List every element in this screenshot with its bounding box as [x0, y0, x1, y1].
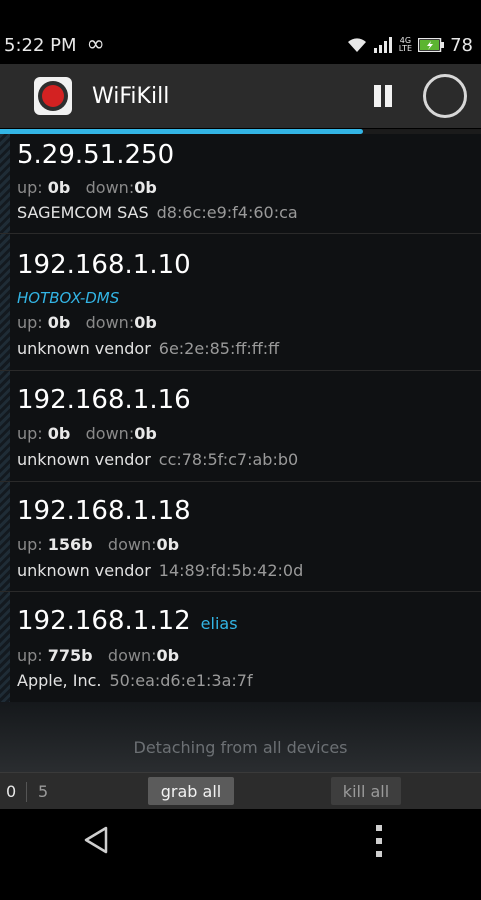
- down-label: down:: [85, 313, 135, 332]
- wifi-icon: [347, 37, 367, 53]
- menu-dot: [376, 838, 382, 844]
- device-ip: 192.168.1.12: [17, 606, 191, 636]
- device-ip: 192.168.1.16: [17, 385, 191, 415]
- up-label: up:: [17, 424, 43, 443]
- device-alias: elias: [200, 614, 238, 633]
- net-badge-bottom: LTE: [398, 44, 413, 53]
- device-mac: d8:6c:e9:f4:60:ca: [156, 203, 298, 222]
- device-count: 5: [38, 782, 49, 801]
- pause-icon: [374, 85, 381, 107]
- down-value: 0b: [156, 535, 180, 554]
- app-icon-dot: [42, 85, 64, 107]
- up-label: up:: [17, 313, 43, 332]
- up-value: 0b: [47, 313, 71, 332]
- app-title: WiFiKill: [92, 83, 170, 109]
- down-label: down:: [85, 178, 135, 197]
- detach-status-text: Detaching from all devices: [133, 738, 348, 757]
- status-time: 5:22 PM: [4, 34, 77, 56]
- app-icon-ring: [38, 81, 68, 111]
- action-bar: WiFiKill: [0, 64, 481, 128]
- killed-count: 0: [6, 782, 17, 801]
- up-value: 156b: [47, 535, 93, 554]
- device-row[interactable]: 192.168.1.10 HOTBOX-DMS up: 0b down:0b u…: [0, 234, 481, 371]
- pause-button[interactable]: [363, 76, 403, 116]
- app-icon[interactable]: [34, 77, 72, 115]
- device-mac: 50:ea:d6:e1:3a:7f: [109, 671, 253, 690]
- up-label: up:: [17, 646, 43, 665]
- device-vendor-line: unknown vendor cc:78:5f:c7:ab:b0: [17, 450, 298, 469]
- pause-icon-bar: [385, 85, 392, 107]
- device-vendor: unknown vendor: [17, 450, 151, 469]
- device-traffic: up: 0b down:0b: [17, 178, 157, 197]
- device-hostname: HOTBOX-DMS: [17, 289, 120, 307]
- device-vendor: Apple, Inc.: [17, 671, 102, 690]
- screen: 5:22 PM ∞ 4G LTE 78 WiFiKill 5.29.51.250…: [0, 0, 481, 900]
- bottom-bar: 0 5 grab all kill all: [0, 772, 481, 810]
- device-ip-line: 192.168.1.12 elias: [17, 606, 238, 636]
- device-ip: 192.168.1.18: [17, 496, 191, 526]
- infinity-icon: ∞: [86, 32, 105, 57]
- menu-dot: [376, 851, 382, 857]
- grab-all-button[interactable]: grab all: [148, 777, 234, 805]
- down-value: 0b: [134, 313, 157, 332]
- network-type-badge: 4G LTE: [399, 37, 412, 53]
- device-row[interactable]: 5.29.51.250 up: 0b down:0b SAGEMCOM SAS d…: [0, 134, 481, 234]
- down-value: 0b: [134, 178, 157, 197]
- battery-level: 78: [450, 34, 473, 56]
- device-mac: 14:89:fd:5b:42:0d: [158, 561, 304, 580]
- device-vendor-line: unknown vendor 6e:2e:85:ff:ff:ff: [17, 339, 279, 358]
- device-row[interactable]: 192.168.1.16 up: 0b down:0b unknown vend…: [0, 371, 481, 482]
- down-value: 0b: [156, 646, 180, 665]
- up-label: up:: [17, 535, 43, 554]
- device-traffic: up: 156b down:0b: [17, 535, 179, 554]
- device-vendor: unknown vendor: [17, 561, 151, 580]
- device-traffic: up: 775b down:0b: [17, 646, 179, 665]
- count-divider: [26, 782, 27, 802]
- status-right: 4G LTE 78: [347, 35, 481, 56]
- device-vendor-line: Apple, Inc. 50:ea:d6:e1:3a:7f: [17, 671, 253, 690]
- detach-status-panel: Detaching from all devices: [0, 702, 481, 772]
- device-ip: 5.29.51.250: [17, 140, 175, 170]
- device-row[interactable]: 192.168.1.12 elias up: 775b down:0b Apple…: [0, 592, 481, 702]
- back-icon[interactable]: [82, 825, 112, 855]
- device-vendor: SAGEMCOM SAS: [17, 203, 149, 222]
- device-mac: 6e:2e:85:ff:ff:ff: [158, 339, 280, 358]
- down-value: 0b: [134, 424, 157, 443]
- up-value: 775b: [47, 646, 93, 665]
- menu-icon[interactable]: [372, 825, 386, 857]
- device-vendor-line: SAGEMCOM SAS d8:6c:e9:f4:60:ca: [17, 203, 298, 222]
- signal-icon: [373, 37, 393, 53]
- device-mac: cc:78:5f:c7:ab:b0: [158, 450, 299, 469]
- up-value: 0b: [47, 424, 71, 443]
- menu-dot: [376, 825, 382, 831]
- device-vendor: unknown vendor: [17, 339, 151, 358]
- device-traffic: up: 0b down:0b: [17, 424, 157, 443]
- navigation-bar: [0, 809, 481, 900]
- battery-charging-icon: [418, 38, 445, 52]
- device-ip: 192.168.1.10: [17, 250, 191, 280]
- refresh-icon[interactable]: [423, 74, 467, 118]
- device-list[interactable]: 5.29.51.250 up: 0b down:0b SAGEMCOM SAS d…: [0, 134, 481, 702]
- device-row[interactable]: 192.168.1.18 up: 156b down:0b unknown ve…: [0, 482, 481, 592]
- down-label: down:: [107, 646, 157, 665]
- kill-all-button[interactable]: kill all: [331, 777, 401, 805]
- status-left: 5:22 PM ∞: [0, 34, 105, 56]
- device-traffic: up: 0b down:0b: [17, 313, 157, 332]
- device-vendor-line: unknown vendor 14:89:fd:5b:42:0d: [17, 561, 303, 580]
- up-value: 0b: [47, 178, 71, 197]
- status-bar: 5:22 PM ∞ 4G LTE 78: [0, 26, 481, 64]
- down-label: down:: [85, 424, 135, 443]
- up-label: up:: [17, 178, 43, 197]
- down-label: down:: [107, 535, 157, 554]
